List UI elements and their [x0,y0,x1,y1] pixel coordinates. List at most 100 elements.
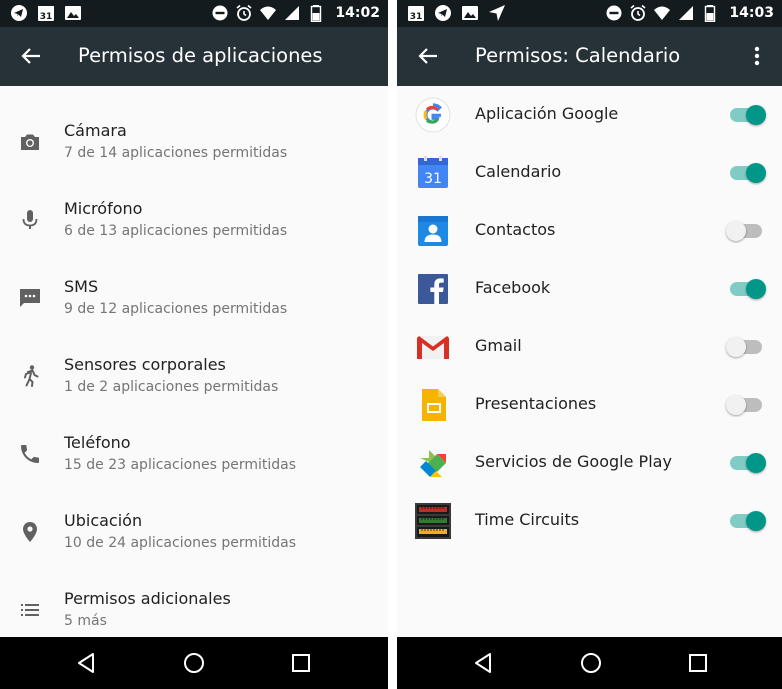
app-name: Presentaciones [475,394,597,413]
app-item-time-circuits: Time Circuits [397,492,782,550]
permission-title: Permisos adicionales [64,589,231,608]
alarm-icon [630,4,646,21]
permission-title: Ubicación [64,511,143,530]
permission-toggle-slides[interactable] [726,395,764,415]
telegram-icon [435,5,451,21]
app-item-play-services: Servicios de Google Play [397,434,782,492]
app-item-calendar: 31 Calendario [397,144,782,202]
location-status-icon [489,5,505,21]
permission-item-phone[interactable]: Teléfono 15 de 23 aplicaciones permitida… [0,412,388,486]
recents-nav-icon[interactable] [686,651,710,675]
status-bar: 31 14:02 [0,0,388,27]
battery-icon [311,5,322,22]
page-title: Permisos de aplicaciones [78,44,323,67]
calendar-app-icon: 31 [418,156,448,188]
calendar-permissions-screen: 31 14:03 Permisos: Calendario Aplicación… [397,0,782,689]
permission-item-additional[interactable]: Permisos adicionales 5 más [0,568,388,642]
play-services-app-icon [420,450,446,477]
back-arrow-icon[interactable] [417,45,439,67]
clock: 14:03 [729,5,774,21]
body-sensors-icon [24,365,39,387]
permission-item-sms[interactable]: SMS 9 de 12 aplicaciones permitidas [0,256,388,330]
permission-toggle-contacts[interactable] [726,221,764,241]
home-nav-icon[interactable] [182,651,206,675]
status-bar: 31 14:03 [397,0,782,27]
dnd-icon [212,5,228,21]
list-icon [21,604,39,616]
permission-item-microphone[interactable]: Micrófono 6 de 13 aplicaciones permitida… [0,178,388,252]
permission-item-camera[interactable]: Cámara 7 de 14 aplicaciones permitidas [0,100,388,174]
permission-toggle-play-services[interactable] [728,453,766,473]
gmail-app-icon [417,336,449,359]
slides-app-icon [422,389,446,421]
calendar-day: 31 [410,12,423,22]
contacts-app-icon [418,216,448,246]
app-permission-list: Aplicación Google 31 Calendario Contacto… [397,86,782,637]
navigation-bar [0,637,388,689]
permission-toggle-facebook[interactable] [728,279,766,299]
back-nav-icon[interactable] [75,651,99,675]
phone-icon [21,445,39,463]
telegram-icon [11,5,27,21]
permission-title: SMS [64,277,99,296]
app-name: Servicios de Google Play [475,452,672,471]
page-title: Permisos: Calendario [475,44,681,67]
app-item-gmail: Gmail [397,318,782,376]
app-name: Calendario [475,162,562,181]
back-arrow-icon[interactable] [20,45,42,67]
app-item-slides: Presentaciones [397,376,782,434]
permission-title: Micrófono [64,199,143,218]
app-bar: Permisos: Calendario [397,27,782,86]
dnd-icon [606,5,622,21]
permissions-screen: 31 14:02 Permisos de aplicaciones Cámara… [0,0,388,689]
gallery-icon [462,6,478,20]
permission-subtitle: 15 de 23 aplicaciones permitidas [64,457,297,473]
permission-toggle-time-circuits[interactable] [728,511,766,531]
facebook-app-icon [418,274,448,304]
battery-icon [705,5,716,22]
app-bar: Permisos de aplicaciones [0,27,388,86]
microphone-icon [22,210,38,229]
recents-nav-icon[interactable] [289,651,313,675]
app-name: Aplicación Google [475,104,619,123]
calendar-icon: 31 [38,6,54,22]
back-nav-icon[interactable] [472,651,496,675]
app-name: Time Circuits [475,510,580,529]
permission-subtitle: 7 de 14 aplicaciones permitidas [64,145,288,161]
location-icon [23,522,37,542]
calendar-day: 31 [40,12,53,22]
wifi-icon [260,6,277,20]
gallery-icon [65,6,81,20]
time-circuits-app-icon [415,503,451,539]
app-item-contacts: Contactos [397,202,782,260]
calendar-icon: 31 [408,6,424,22]
sms-icon [20,289,40,307]
calendar-app-day: 31 [424,171,442,187]
permission-item-body-sensors[interactable]: Sensores corporales 1 de 2 aplicaciones … [0,334,388,408]
app-name: Gmail [475,336,522,355]
permission-toggle-gmail[interactable] [726,337,764,357]
navigation-bar [397,637,782,689]
home-nav-icon[interactable] [579,651,603,675]
permission-subtitle: 10 de 24 aplicaciones permitidas [64,535,297,551]
permission-item-location[interactable]: Ubicación 10 de 24 aplicaciones permitid… [0,490,388,564]
permission-title: Teléfono [64,433,131,452]
permission-toggle-calendar[interactable] [728,163,766,183]
clock: 14:02 [335,5,380,21]
permission-subtitle: 9 de 12 aplicaciones permitidas [64,301,288,317]
camera-icon [21,134,39,150]
permission-subtitle: 5 más [64,613,107,629]
wifi-icon [654,6,671,20]
more-options-icon[interactable] [746,45,768,67]
permission-title: Sensores corporales [64,355,226,374]
signal-icon [285,6,300,20]
alarm-icon [236,4,252,21]
permission-subtitle: 1 de 2 aplicaciones permitidas [64,379,279,395]
app-item-google: Aplicación Google [397,86,782,144]
signal-icon [679,6,694,20]
permission-title: Cámara [64,121,127,140]
app-name: Contactos [475,220,556,239]
permission-list: Cámara 7 de 14 aplicaciones permitidas M… [0,86,388,637]
permission-toggle-google[interactable] [728,105,766,125]
permission-subtitle: 6 de 13 aplicaciones permitidas [64,223,288,239]
